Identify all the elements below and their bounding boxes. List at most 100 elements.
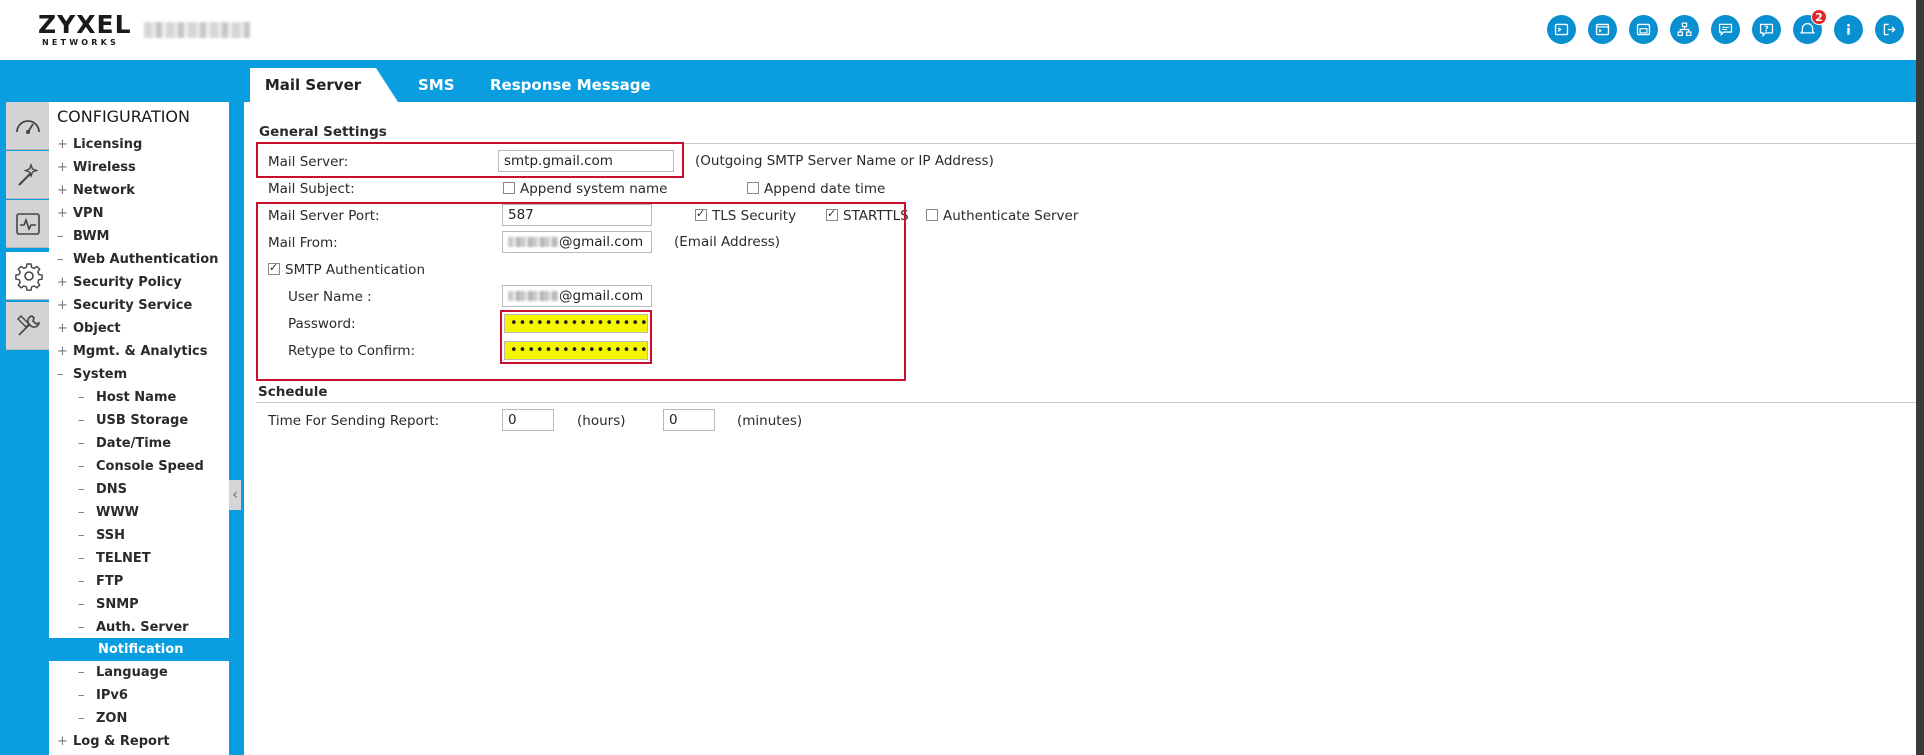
append-date-time-checkbox[interactable] (747, 182, 759, 194)
sidebar-item-label: WWW (96, 505, 140, 520)
sidebar-item-snmp[interactable]: – SNMP (78, 593, 139, 616)
sidebar-item-log-report[interactable]: + Log & Report (57, 730, 170, 753)
sidebar-item-label: Security Policy (73, 275, 182, 290)
sidebar-item-security-policy[interactable]: + Security Policy (57, 271, 182, 294)
sidebar-item-zon[interactable]: – ZON (78, 707, 127, 730)
sidebar-item-label: Notification (98, 642, 184, 657)
expand-icon: + (57, 160, 68, 175)
info-icon[interactable] (1834, 15, 1863, 44)
tree-dash: – (78, 436, 85, 451)
zyxel-logo: ZYXEL NETWORKS (38, 12, 131, 50)
sidebar-item-label: Date/Time (96, 436, 172, 451)
monitor-tab[interactable] (6, 200, 50, 248)
logo-text: ZYXEL (38, 10, 132, 39)
sidebar-item-label: System (73, 367, 128, 382)
sidebar-item-web-authentication[interactable]: – Web Authentication (57, 248, 218, 271)
general-settings-title: General Settings (259, 124, 387, 140)
tree-dash: – (78, 413, 85, 428)
mail-server-hint: (Outgoing SMTP Server Name or IP Address… (695, 153, 994, 169)
sidebar-item-ipv6[interactable]: – IPv6 (78, 684, 128, 707)
top-header: ZYXEL NETWORKS ? 2 (0, 0, 1924, 60)
tab-notch (376, 68, 398, 102)
append-date-time-label: Append date time (764, 181, 886, 197)
append-system-name-checkbox[interactable] (503, 182, 515, 194)
tree-dash: – (78, 390, 85, 405)
tools-icon (17, 314, 41, 336)
sidebar-item-system[interactable]: – System (57, 363, 127, 386)
sidebar-item-host-name[interactable]: – Host Name (78, 386, 176, 409)
tree-dash: – (78, 688, 85, 703)
sidebar-item-console-speed[interactable]: – Console Speed (78, 455, 204, 478)
tree-dash: – (78, 597, 85, 612)
expand-icon: + (57, 206, 68, 221)
sidebar-item-mgmt-analytics[interactable]: + Mgmt. & Analytics (57, 340, 207, 363)
sidebar-item-security-service[interactable]: + Security Service (57, 294, 192, 317)
sidebar-item-language[interactable]: – Language (78, 661, 168, 684)
sidebar-item-telnet[interactable]: – TELNET (78, 547, 151, 570)
sidebar-item-label: SSH (96, 528, 126, 543)
sidebar-item-label: BWM (73, 229, 110, 244)
sidebar-title: CONFIGURATION (57, 107, 190, 126)
cli-icon[interactable] (1588, 15, 1617, 44)
logo-subtext: NETWORKS (42, 38, 119, 47)
dashboard-gauge-icon (16, 119, 40, 134)
sidebar-item-usb-storage[interactable]: – USB Storage (78, 409, 188, 432)
sidebar-item-label: Log & Report (73, 734, 170, 749)
tab-mail-server[interactable]: Mail Server (250, 68, 376, 102)
highlight-box-mail-server (256, 142, 684, 178)
sidebar-item-auth-server[interactable]: – Auth. Server (78, 616, 189, 639)
help-icon[interactable]: ? (1752, 15, 1781, 44)
sidebar-item-label: DNS (96, 482, 128, 497)
sidebar-item-dns[interactable]: – DNS (78, 478, 127, 501)
sidebar-item-label: SNMP (96, 597, 139, 612)
section-divider (256, 402, 1916, 403)
report-hours-input[interactable]: 0 (502, 409, 554, 431)
device-model-blurred (144, 22, 250, 38)
tab-response-message[interactable]: Response Message (490, 68, 651, 102)
window-edge (1916, 0, 1924, 755)
sidebar-item-www[interactable]: – WWW (78, 501, 139, 524)
sidebar-item-label: USB Storage (96, 413, 189, 428)
sidebar-item-ssh[interactable]: – SSH (78, 524, 125, 547)
sidebar-item-vpn[interactable]: + VPN (57, 202, 103, 225)
sidebar-item-label: Host Name (96, 390, 177, 405)
authenticate-server-checkbox[interactable] (926, 209, 938, 221)
window-icon[interactable] (1629, 15, 1658, 44)
tree-dash: – (78, 505, 85, 520)
report-minutes-input[interactable]: 0 (663, 409, 715, 431)
sidebar-collapse-handle[interactable]: ‹ (229, 480, 241, 510)
messages-icon[interactable] (1711, 15, 1740, 44)
highlight-box-smtp-settings (256, 202, 906, 381)
sitemap-icon[interactable] (1670, 15, 1699, 44)
sidebar-item-wireless[interactable]: + Wireless (57, 156, 136, 179)
tab-sms[interactable]: SMS (418, 68, 455, 102)
sidebar-item-licensing[interactable]: + Licensing (57, 133, 142, 156)
time-for-sending-report-label: Time For Sending Report: (268, 413, 440, 429)
gear-icon (15, 262, 43, 291)
sidebar-item-label: Web Authentication (73, 252, 219, 267)
authenticate-server-label: Authenticate Server (943, 208, 1079, 224)
svg-text:?: ? (1764, 25, 1768, 34)
sidebar-item-bwm[interactable]: – BWM (57, 225, 109, 248)
sidebar-item-ftp[interactable]: – FTP (78, 570, 123, 593)
sidebar-item-object[interactable]: + Object (57, 317, 121, 340)
logout-icon[interactable] (1875, 15, 1904, 44)
sidebar-item-notification[interactable]: Notification (49, 638, 229, 661)
console-icon[interactable] (1547, 15, 1576, 44)
expand-icon: + (57, 734, 68, 749)
sidebar-item-network[interactable]: + Network (57, 179, 135, 202)
expand-icon: + (57, 183, 68, 198)
sidebar-item-label: Object (73, 321, 121, 336)
mail-subject-label: Mail Subject: (268, 181, 355, 197)
dashboard-tab[interactable] (6, 102, 50, 150)
sidebar-item-date-time[interactable]: – Date/Time (78, 432, 171, 455)
quick-setup-tab[interactable] (6, 151, 50, 199)
expand-icon: + (57, 321, 68, 336)
hours-unit-label: (hours) (577, 413, 626, 429)
tree-dash: – (78, 665, 85, 680)
monitor-pulse-icon (16, 212, 40, 235)
maintenance-tab[interactable] (6, 302, 50, 350)
configuration-tab[interactable] (6, 252, 52, 300)
expand-icon: + (57, 137, 68, 152)
sidebar-item-label: Licensing (73, 137, 143, 152)
